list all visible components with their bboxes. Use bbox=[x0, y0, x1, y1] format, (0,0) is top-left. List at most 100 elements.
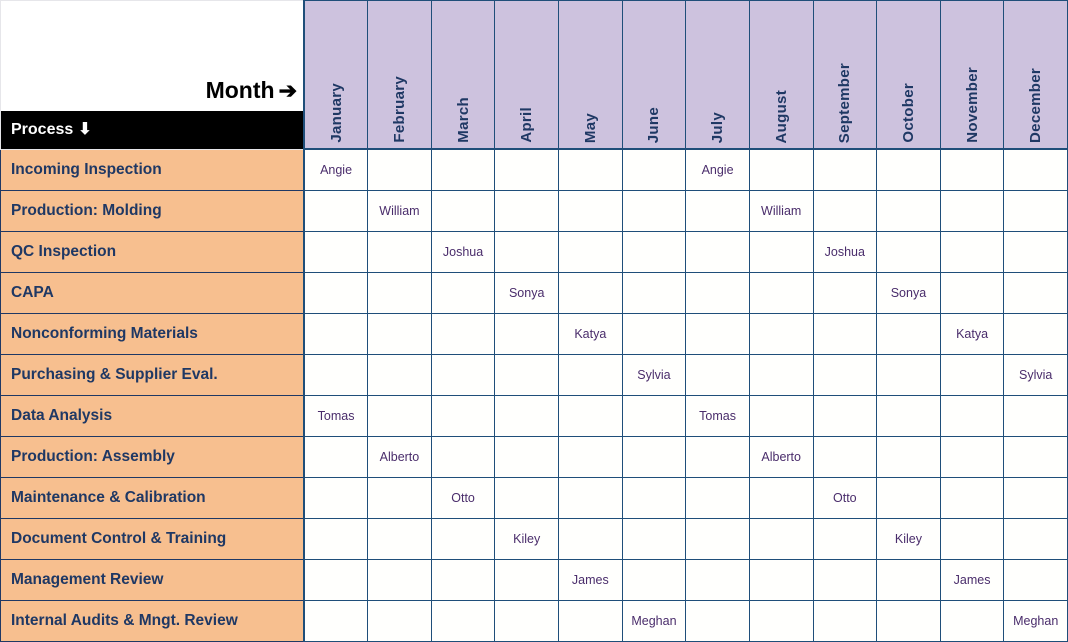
assignment-cell[interactable]: Kiley bbox=[494, 518, 559, 560]
empty-cell[interactable] bbox=[1003, 477, 1068, 519]
empty-cell[interactable] bbox=[367, 600, 432, 642]
month-header-april[interactable]: April bbox=[494, 0, 559, 150]
empty-cell[interactable] bbox=[812, 518, 878, 560]
empty-cell[interactable] bbox=[939, 395, 1005, 437]
empty-cell[interactable] bbox=[558, 231, 623, 273]
empty-cell[interactable] bbox=[876, 354, 941, 396]
empty-cell[interactable] bbox=[748, 395, 814, 437]
empty-cell[interactable] bbox=[621, 395, 687, 437]
empty-cell[interactable] bbox=[621, 559, 687, 601]
process-label-cell[interactable]: Management Review bbox=[0, 559, 305, 601]
empty-cell[interactable] bbox=[939, 148, 1005, 191]
empty-cell[interactable] bbox=[1003, 313, 1068, 355]
empty-cell[interactable] bbox=[430, 600, 496, 642]
empty-cell[interactable] bbox=[367, 395, 432, 437]
empty-cell[interactable] bbox=[430, 148, 496, 191]
empty-cell[interactable] bbox=[367, 354, 432, 396]
process-label-cell[interactable]: Data Analysis bbox=[0, 395, 305, 437]
process-label-cell[interactable]: Incoming Inspection bbox=[0, 148, 305, 191]
assignment-cell[interactable]: Tomas bbox=[303, 395, 369, 437]
empty-cell[interactable] bbox=[367, 272, 432, 314]
empty-cell[interactable] bbox=[303, 354, 369, 396]
empty-cell[interactable] bbox=[748, 313, 814, 355]
assignment-cell[interactable]: William bbox=[367, 190, 432, 232]
empty-cell[interactable] bbox=[430, 395, 496, 437]
empty-cell[interactable] bbox=[621, 518, 687, 560]
month-header-december[interactable]: December bbox=[1003, 0, 1068, 150]
empty-cell[interactable] bbox=[876, 190, 941, 232]
assignment-cell[interactable]: Meghan bbox=[621, 600, 687, 642]
empty-cell[interactable] bbox=[303, 518, 369, 560]
empty-cell[interactable] bbox=[812, 395, 878, 437]
assignment-cell[interactable]: Sylvia bbox=[621, 354, 687, 396]
empty-cell[interactable] bbox=[876, 231, 941, 273]
empty-cell[interactable] bbox=[303, 190, 369, 232]
empty-cell[interactable] bbox=[876, 395, 941, 437]
month-header-may[interactable]: May bbox=[558, 0, 623, 150]
empty-cell[interactable] bbox=[367, 231, 432, 273]
empty-cell[interactable] bbox=[685, 272, 750, 314]
empty-cell[interactable] bbox=[303, 272, 369, 314]
empty-cell[interactable] bbox=[748, 600, 814, 642]
empty-cell[interactable] bbox=[303, 313, 369, 355]
empty-cell[interactable] bbox=[303, 559, 369, 601]
empty-cell[interactable] bbox=[812, 559, 878, 601]
month-header-june[interactable]: June bbox=[621, 0, 687, 150]
empty-cell[interactable] bbox=[748, 354, 814, 396]
empty-cell[interactable] bbox=[558, 600, 623, 642]
empty-cell[interactable] bbox=[621, 272, 687, 314]
month-header-august[interactable]: August bbox=[748, 0, 814, 150]
assignment-cell[interactable]: Joshua bbox=[812, 231, 878, 273]
empty-cell[interactable] bbox=[812, 313, 878, 355]
empty-cell[interactable] bbox=[494, 559, 559, 601]
empty-cell[interactable] bbox=[876, 436, 941, 478]
empty-cell[interactable] bbox=[939, 272, 1005, 314]
empty-cell[interactable] bbox=[1003, 518, 1068, 560]
month-header-october[interactable]: October bbox=[876, 0, 941, 150]
empty-cell[interactable] bbox=[494, 313, 559, 355]
empty-cell[interactable] bbox=[430, 313, 496, 355]
empty-cell[interactable] bbox=[558, 477, 623, 519]
empty-cell[interactable] bbox=[939, 354, 1005, 396]
assignment-cell[interactable]: Sylvia bbox=[1003, 354, 1068, 396]
empty-cell[interactable] bbox=[1003, 436, 1068, 478]
process-label-cell[interactable]: Document Control & Training bbox=[0, 518, 305, 560]
empty-cell[interactable] bbox=[494, 436, 559, 478]
empty-cell[interactable] bbox=[1003, 559, 1068, 601]
empty-cell[interactable] bbox=[558, 354, 623, 396]
empty-cell[interactable] bbox=[621, 436, 687, 478]
empty-cell[interactable] bbox=[430, 559, 496, 601]
assignment-cell[interactable]: James bbox=[558, 559, 623, 601]
empty-cell[interactable] bbox=[558, 518, 623, 560]
empty-cell[interactable] bbox=[685, 231, 750, 273]
empty-cell[interactable] bbox=[367, 477, 432, 519]
empty-cell[interactable] bbox=[685, 518, 750, 560]
empty-cell[interactable] bbox=[685, 190, 750, 232]
empty-cell[interactable] bbox=[939, 436, 1005, 478]
assignment-cell[interactable]: William bbox=[748, 190, 814, 232]
empty-cell[interactable] bbox=[367, 559, 432, 601]
empty-cell[interactable] bbox=[748, 272, 814, 314]
empty-cell[interactable] bbox=[876, 148, 941, 191]
empty-cell[interactable] bbox=[939, 600, 1005, 642]
assignment-cell[interactable]: Angie bbox=[303, 148, 369, 191]
process-label-cell[interactable]: Purchasing & Supplier Eval. bbox=[0, 354, 305, 396]
empty-cell[interactable] bbox=[558, 436, 623, 478]
empty-cell[interactable] bbox=[748, 231, 814, 273]
empty-cell[interactable] bbox=[1003, 272, 1068, 314]
empty-cell[interactable] bbox=[494, 354, 559, 396]
empty-cell[interactable] bbox=[876, 600, 941, 642]
empty-cell[interactable] bbox=[558, 272, 623, 314]
empty-cell[interactable] bbox=[685, 559, 750, 601]
month-header-march[interactable]: March bbox=[430, 0, 496, 150]
empty-cell[interactable] bbox=[876, 313, 941, 355]
empty-cell[interactable] bbox=[939, 190, 1005, 232]
empty-cell[interactable] bbox=[621, 148, 687, 191]
empty-cell[interactable] bbox=[303, 600, 369, 642]
assignment-cell[interactable]: Alberto bbox=[367, 436, 432, 478]
empty-cell[interactable] bbox=[494, 148, 559, 191]
assignment-cell[interactable]: Otto bbox=[812, 477, 878, 519]
empty-cell[interactable] bbox=[685, 436, 750, 478]
empty-cell[interactable] bbox=[939, 477, 1005, 519]
empty-cell[interactable] bbox=[748, 518, 814, 560]
